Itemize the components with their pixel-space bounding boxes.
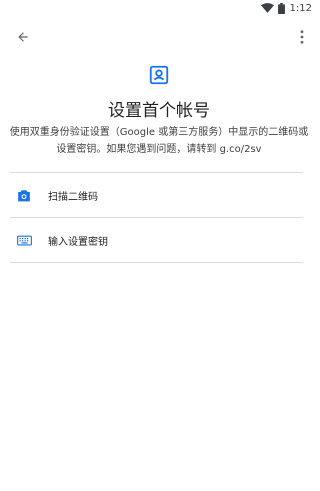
account-box-icon <box>149 65 169 85</box>
scan-qr-code-label: 扫描二维码 <box>48 191 98 203</box>
description-line-1: 使用双重身份验证设置（Google 或第三方服务）中显示的二维码或 <box>9 127 309 138</box>
page-title: 设置首个帐号 <box>108 101 210 121</box>
back-button[interactable] <box>10 24 36 50</box>
camera-icon <box>16 187 32 203</box>
status-bar: 1:12 <box>0 0 318 16</box>
page-description: 使用双重身份验证设置（Google 或第三方服务）中显示的二维码或 设置密钥。如… <box>0 124 318 158</box>
more-options-button[interactable] <box>292 24 312 50</box>
arrow-back-icon <box>18 32 28 42</box>
enter-setup-key-label: 输入设置密钥 <box>48 236 108 248</box>
app-bar <box>0 20 318 50</box>
more-vert-icon <box>300 30 304 44</box>
wifi-icon <box>260 3 274 13</box>
divider <box>10 262 303 263</box>
status-time: 1:12 <box>289 2 312 14</box>
scan-qr-code-option[interactable]: 扫描二维码 <box>0 173 318 217</box>
description-line-2: 设置密钥。如果您遇到问题，请转到 g.co/2sv <box>56 144 262 155</box>
battery-icon <box>277 2 285 14</box>
enter-setup-key-option[interactable]: 输入设置密钥 <box>0 218 318 262</box>
keyboard-icon <box>16 232 32 248</box>
